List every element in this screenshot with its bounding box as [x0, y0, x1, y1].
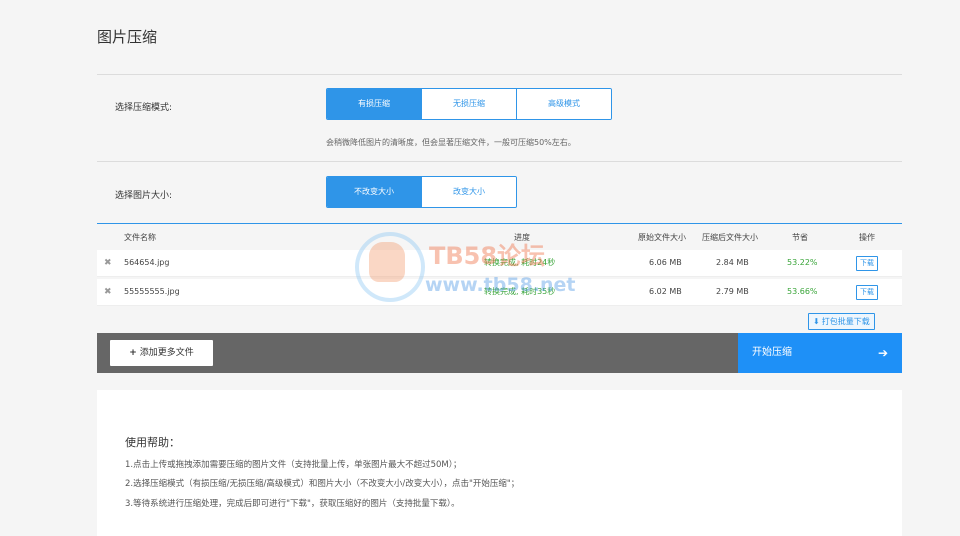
plus-icon: +: [129, 348, 137, 358]
progress-status: 转换完成, 耗时24秒: [484, 258, 556, 267]
file-name: 55555555.jpg: [124, 287, 180, 296]
add-more-files-button[interactable]: + 添加更多文件: [110, 340, 213, 366]
column-header-saved: 节省: [792, 233, 808, 242]
size-mode-change[interactable]: 改变大小: [422, 177, 516, 207]
original-size: 6.06 MB: [649, 258, 682, 267]
saved-percent: 53.22%: [787, 258, 818, 267]
progress-status: 转换完成, 耗时35秒: [484, 287, 556, 296]
saved-percent: 53.66%: [787, 287, 818, 296]
help-line: 2.选择压缩模式（有损压缩/无损压缩/高级模式）和图片大小（不改变大小/改变大小…: [125, 479, 520, 489]
action-bar: + 添加更多文件 开始压缩 ➔: [97, 333, 902, 373]
download-button[interactable]: 下载: [856, 285, 878, 300]
add-more-files-label: 添加更多文件: [139, 348, 194, 358]
file-name: 564654.jpg: [124, 258, 170, 267]
size-mode-label: 选择图片大小:: [115, 191, 173, 201]
compress-mode-hint: 会稍微降低图片的清晰度，但会显著压缩文件，一般可压缩50%左右。: [326, 138, 576, 147]
remove-icon[interactable]: ✖: [104, 279, 112, 305]
compressed-size: 2.79 MB: [716, 287, 749, 296]
remove-icon[interactable]: ✖: [104, 250, 112, 276]
divider: [97, 74, 902, 75]
size-mode-selector: 不改变大小 改变大小: [326, 176, 517, 208]
start-compress-button[interactable]: 开始压缩 ➔: [738, 333, 902, 373]
compress-mode-selector: 有损压缩 无损压缩 高级模式: [326, 88, 612, 120]
start-compress-label: 开始压缩: [752, 347, 792, 358]
download-button[interactable]: 下载: [856, 256, 878, 271]
table-row: ✖ 564654.jpg 转换完成, 耗时24秒 6.06 MB 2.84 MB…: [97, 250, 902, 277]
help-line: 3.等待系统进行压缩处理，完成后即可进行"下载"，获取压缩好的图片（支持批量下载…: [125, 499, 460, 509]
batch-download-button[interactable]: ⬇ 打包批量下载: [808, 313, 875, 330]
size-mode-keep[interactable]: 不改变大小: [327, 177, 422, 207]
column-header-original-size: 原始文件大小: [638, 233, 686, 242]
arrow-right-icon: ➔: [877, 346, 888, 360]
batch-download-label: 打包批量下载: [821, 317, 870, 326]
divider: [97, 161, 902, 162]
column-header-progress: 进度: [514, 233, 530, 242]
column-header-filename: 文件名称: [124, 233, 156, 242]
help-panel: 使用帮助： 1.点击上传或拖拽添加需要压缩的图片文件（支持批量上传，单张图片最大…: [97, 390, 902, 536]
help-heading: 使用帮助：: [125, 436, 180, 449]
page-title: 图片压缩: [97, 28, 158, 46]
table-row: ✖ 55555555.jpg 转换完成, 耗时35秒 6.02 MB 2.79 …: [97, 279, 902, 306]
compressed-size: 2.84 MB: [716, 258, 749, 267]
help-line: 1.点击上传或拖拽添加需要压缩的图片文件（支持批量上传，单张图片最大不超过50M…: [125, 460, 462, 470]
original-size: 6.02 MB: [649, 287, 682, 296]
column-header-compressed-size: 压缩后文件大小: [702, 233, 758, 242]
column-header-action: 操作: [859, 233, 875, 242]
compress-mode-advanced[interactable]: 高级模式: [517, 89, 611, 119]
compress-mode-lossy[interactable]: 有损压缩: [327, 89, 422, 119]
compress-mode-lossless[interactable]: 无损压缩: [422, 89, 517, 119]
table-top-border: [97, 223, 902, 224]
download-icon: ⬇: [813, 317, 820, 326]
compress-mode-label: 选择压缩模式:: [115, 103, 173, 113]
